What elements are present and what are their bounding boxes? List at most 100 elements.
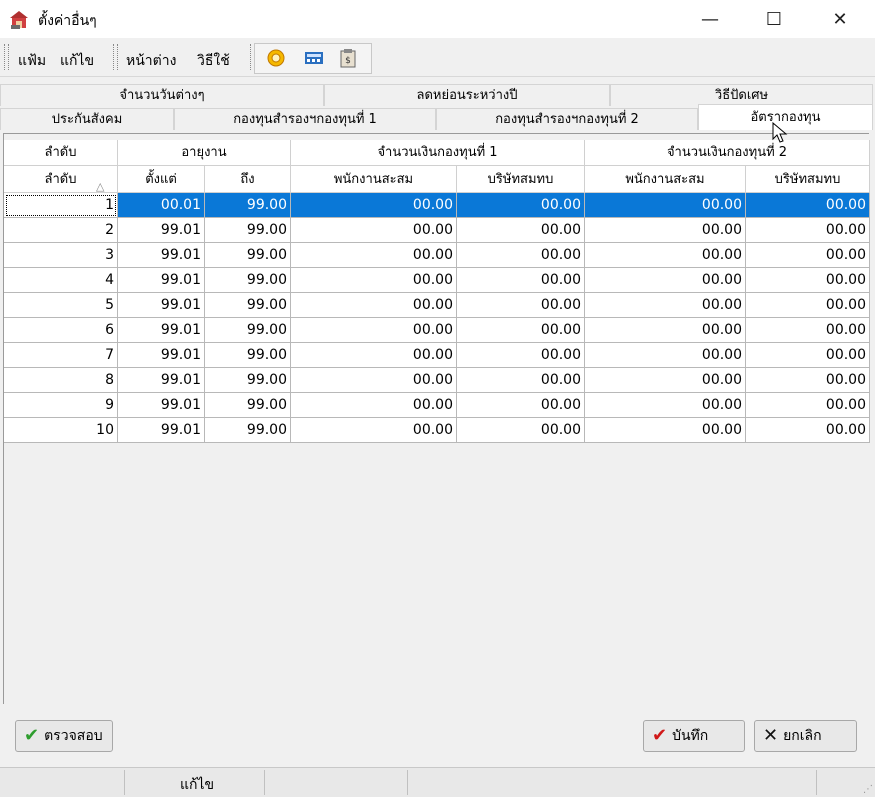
- cancel-button[interactable]: ✕ ยกเลิก: [754, 720, 857, 752]
- tab-days[interactable]: จำนวนวันต่างๆ: [0, 84, 324, 106]
- cell-f2-co[interactable]: 00.00: [746, 218, 870, 243]
- cell-f2-co[interactable]: 00.00: [746, 243, 870, 268]
- cell-f1-emp[interactable]: 00.00: [291, 393, 457, 418]
- cell-f2-co[interactable]: 00.00: [746, 318, 870, 343]
- cell-to[interactable]: 99.00: [205, 343, 291, 368]
- resize-grip-icon[interactable]: ⋰: [863, 784, 873, 795]
- cell-f2-co[interactable]: 00.00: [746, 418, 870, 443]
- cell-to[interactable]: 99.00: [205, 268, 291, 293]
- cell-from[interactable]: 99.01: [118, 418, 205, 443]
- save-button[interactable]: ✔ บันทึก: [643, 720, 745, 752]
- cell-f1-emp[interactable]: 00.00: [291, 418, 457, 443]
- cell-f2-emp[interactable]: 00.00: [585, 343, 746, 368]
- cell-f2-co[interactable]: 00.00: [746, 368, 870, 393]
- cell-to[interactable]: 99.00: [205, 243, 291, 268]
- cell-seq[interactable]: 6: [4, 318, 118, 343]
- cell-f1-co[interactable]: 00.00: [457, 218, 585, 243]
- cell-from[interactable]: 99.01: [118, 368, 205, 393]
- menu-edit[interactable]: แก้ไข: [60, 50, 94, 72]
- table-row[interactable]: 8 99.01 99.00 00.00 00.00 00.00 00.00: [4, 368, 870, 393]
- cell-f2-emp[interactable]: 00.00: [585, 393, 746, 418]
- verify-button[interactable]: ✔ ตรวจสอบ: [15, 720, 113, 752]
- cell-from[interactable]: 99.01: [118, 218, 205, 243]
- cell-f1-emp[interactable]: 00.00: [291, 318, 457, 343]
- cell-seq[interactable]: 1: [4, 193, 118, 218]
- table-row[interactable]: 3 99.01 99.00 00.00 00.00 00.00 00.00: [4, 243, 870, 268]
- column-header-fund2-company[interactable]: บริษัทสมทบ: [746, 166, 870, 193]
- cell-f1-co[interactable]: 00.00: [457, 318, 585, 343]
- tab-provident-fund-2[interactable]: กองทุนสำรองฯกองทุนที่ 2: [436, 108, 698, 130]
- cell-f2-co[interactable]: 00.00: [746, 193, 870, 218]
- cell-to[interactable]: 99.00: [205, 293, 291, 318]
- cell-from[interactable]: 99.01: [118, 393, 205, 418]
- cell-f1-emp[interactable]: 00.00: [291, 343, 457, 368]
- cell-from[interactable]: 00.01: [118, 193, 205, 218]
- table-row[interactable]: 1 00.01 99.00 00.00 00.00 00.00 00.00: [4, 193, 870, 218]
- cell-f1-co[interactable]: 00.00: [457, 368, 585, 393]
- table-row[interactable]: 6 99.01 99.00 00.00 00.00 00.00 00.00: [4, 318, 870, 343]
- cell-f2-co[interactable]: 00.00: [746, 343, 870, 368]
- fund-rate-grid[interactable]: ลำดับ อายุงาน จำนวนเงินกองทุนที่ 1 จำนวน…: [4, 134, 870, 704]
- cell-f1-co[interactable]: 00.00: [457, 343, 585, 368]
- cell-f2-emp[interactable]: 00.00: [585, 293, 746, 318]
- cell-f2-co[interactable]: 00.00: [746, 393, 870, 418]
- table-row[interactable]: 4 99.01 99.00 00.00 00.00 00.00 00.00: [4, 268, 870, 293]
- cell-f2-emp[interactable]: 00.00: [585, 218, 746, 243]
- table-row[interactable]: 7 99.01 99.00 00.00 00.00 00.00 00.00: [4, 343, 870, 368]
- cell-seq[interactable]: 7: [4, 343, 118, 368]
- toolbar-grip[interactable]: [113, 44, 118, 70]
- cell-to[interactable]: 99.00: [205, 318, 291, 343]
- cell-f1-co[interactable]: 00.00: [457, 243, 585, 268]
- table-row[interactable]: 2 99.01 99.00 00.00 00.00 00.00 00.00: [4, 218, 870, 243]
- column-header-fund1-company[interactable]: บริษัทสมทบ: [457, 166, 585, 193]
- cell-f2-emp[interactable]: 00.00: [585, 268, 746, 293]
- cell-f2-emp[interactable]: 00.00: [585, 193, 746, 218]
- column-header-from[interactable]: ตั้งแต่: [118, 166, 205, 193]
- cell-f1-emp[interactable]: 00.00: [291, 193, 457, 218]
- cell-from[interactable]: 99.01: [118, 243, 205, 268]
- tab-social-security[interactable]: ประกันสังคม: [0, 108, 174, 130]
- cell-to[interactable]: 99.00: [205, 418, 291, 443]
- menu-window[interactable]: หน้าต่าง: [126, 50, 176, 72]
- cell-f2-emp[interactable]: 00.00: [585, 318, 746, 343]
- cell-f2-emp[interactable]: 00.00: [585, 368, 746, 393]
- tab-annual-deduction[interactable]: ลดหย่อนระหว่างปี: [324, 84, 610, 106]
- tab-rounding[interactable]: วิธีปัดเศษ: [610, 84, 873, 106]
- cell-seq[interactable]: 4: [4, 268, 118, 293]
- cell-f1-co[interactable]: 00.00: [457, 393, 585, 418]
- cell-f1-co[interactable]: 00.00: [457, 418, 585, 443]
- help-circle-icon[interactable]: [265, 47, 287, 69]
- cell-f1-emp[interactable]: 00.00: [291, 243, 457, 268]
- cell-f2-co[interactable]: 00.00: [746, 268, 870, 293]
- column-header-fund2-employee[interactable]: พนักงานสะสม: [585, 166, 746, 193]
- cell-seq[interactable]: 5: [4, 293, 118, 318]
- column-header-to[interactable]: ถึง: [205, 166, 291, 193]
- maximize-button[interactable]: ☐: [742, 0, 806, 38]
- cell-to[interactable]: 99.00: [205, 368, 291, 393]
- cell-f1-emp[interactable]: 00.00: [291, 268, 457, 293]
- cell-seq[interactable]: 10: [4, 418, 118, 443]
- cell-from[interactable]: 99.01: [118, 343, 205, 368]
- cell-f1-co[interactable]: 00.00: [457, 293, 585, 318]
- cell-f1-co[interactable]: 00.00: [457, 193, 585, 218]
- cell-f1-emp[interactable]: 00.00: [291, 368, 457, 393]
- table-row[interactable]: 9 99.01 99.00 00.00 00.00 00.00 00.00: [4, 393, 870, 418]
- cell-f2-emp[interactable]: 00.00: [585, 418, 746, 443]
- cell-seq[interactable]: 3: [4, 243, 118, 268]
- cell-f2-co[interactable]: 00.00: [746, 293, 870, 318]
- cell-seq[interactable]: 2: [4, 218, 118, 243]
- minimize-button[interactable]: —: [678, 0, 742, 38]
- cell-seq[interactable]: 8: [4, 368, 118, 393]
- cell-f1-emp[interactable]: 00.00: [291, 218, 457, 243]
- cell-from[interactable]: 99.01: [118, 318, 205, 343]
- table-row[interactable]: 10 99.01 99.00 00.00 00.00 00.00 00.00: [4, 418, 870, 443]
- cell-to[interactable]: 99.00: [205, 218, 291, 243]
- cell-f1-co[interactable]: 00.00: [457, 268, 585, 293]
- tab-provident-fund-1[interactable]: กองทุนสำรองฯกองทุนที่ 1: [174, 108, 436, 130]
- cell-from[interactable]: 99.01: [118, 293, 205, 318]
- cell-f1-emp[interactable]: 00.00: [291, 293, 457, 318]
- table-row[interactable]: 5 99.01 99.00 00.00 00.00 00.00 00.00: [4, 293, 870, 318]
- cell-to[interactable]: 99.00: [205, 193, 291, 218]
- menu-file[interactable]: แฟ้ม: [18, 50, 46, 72]
- toolbar-grip[interactable]: [4, 44, 9, 70]
